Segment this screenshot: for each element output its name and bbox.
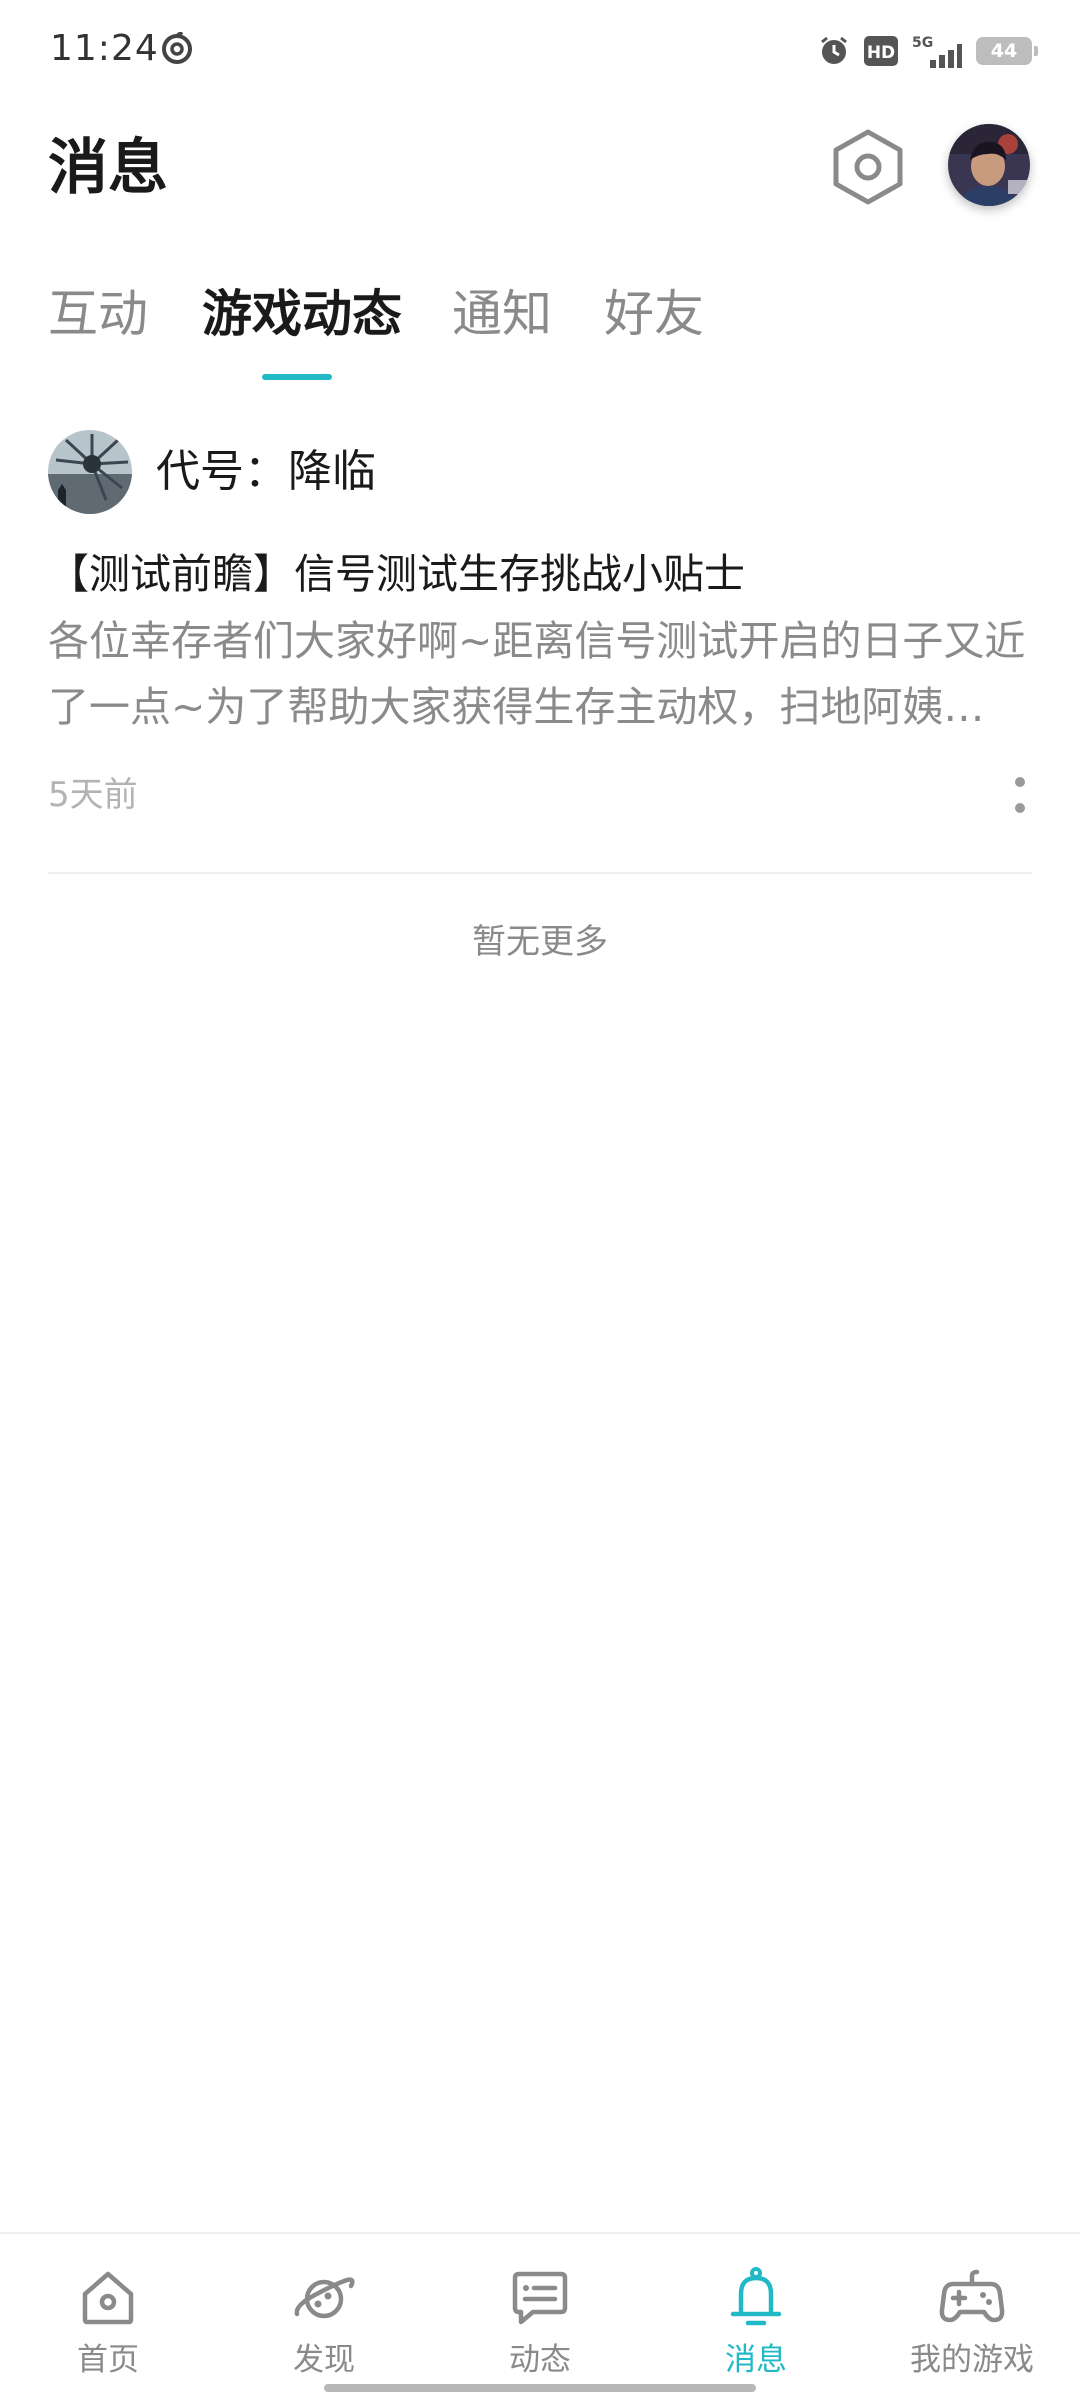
planet-icon: [294, 2277, 355, 2319]
more-options-button[interactable]: [992, 774, 1032, 818]
bottom-nav: 首页 发现 动态 消息 我的游戏: [0, 2232, 1080, 2400]
post-time: 5天前: [48, 775, 138, 815]
game-logo-icon: [48, 430, 132, 514]
nav-my-games[interactable]: 我的游戏: [882, 2264, 1062, 2384]
more-vertical-icon: [1015, 777, 1025, 813]
user-photo-icon: [948, 124, 1030, 206]
chat-icon: [512, 2271, 568, 2325]
battery-level: 44: [990, 40, 1018, 62]
bell-icon: [730, 2267, 782, 2326]
post-summary: 各位幸存者们大家好啊~距离信号测试开启的日子又近了一点~为了帮助大家获得生存主动…: [48, 617, 1026, 731]
active-tab-indicator: [262, 374, 332, 380]
home-icon: [82, 2271, 134, 2325]
alarm-icon: [821, 36, 847, 64]
divider: [48, 872, 1032, 874]
nav-messages[interactable]: 消息: [666, 2264, 846, 2384]
profile-avatar[interactable]: [948, 124, 1030, 206]
screen: 11:24 HD 5G 44 消息 互动 游戏动态 通知 好友 代号：降临 【测…: [0, 0, 1080, 2400]
status-icons: HD 5G 44: [818, 34, 1038, 68]
settings-hexagon-icon: [833, 129, 903, 205]
battery-icon: 44: [976, 37, 1038, 65]
page-title: 消息: [48, 133, 168, 203]
game-name[interactable]: 代号：降临: [156, 442, 376, 502]
status-time: 11:24: [50, 28, 159, 69]
nav-feed[interactable]: 动态: [450, 2264, 630, 2384]
nav-label-home: 首页: [77, 2342, 139, 2378]
signal-icon: 5G: [912, 35, 962, 68]
home-indicator[interactable]: [324, 2384, 756, 2392]
no-more-text: 暂无更多: [472, 922, 608, 962]
list-item[interactable]: 代号：降临 【测试前瞻】信号测试生存挑战小贴士 各位幸存者们大家好啊~距离信号测…: [48, 428, 1032, 874]
tab-interaction[interactable]: 互动: [48, 282, 148, 346]
tab-bar: 互动 游戏动态 通知 好友: [0, 270, 1080, 380]
game-avatar[interactable]: [48, 430, 132, 514]
network-text: 5G: [912, 35, 933, 51]
nav-label-discover: 发现: [293, 2342, 355, 2378]
nav-home[interactable]: 首页: [18, 2264, 198, 2384]
settings-button[interactable]: [830, 126, 906, 208]
hd-text: HD: [867, 43, 895, 63]
gamepad-icon: [939, 2269, 1005, 2323]
tab-friends[interactable]: 好友: [604, 282, 704, 346]
tab-game-news[interactable]: 游戏动态: [202, 282, 402, 346]
post-title: 【测试前瞻】信号测试生存挑战小贴士: [48, 550, 745, 598]
tab-notifications[interactable]: 通知: [452, 282, 552, 346]
app-logo-icon: [162, 32, 192, 64]
nav-discover[interactable]: 发现: [234, 2264, 414, 2384]
nav-label-messages: 消息: [725, 2342, 787, 2378]
nav-label-my-games: 我的游戏: [910, 2342, 1034, 2378]
nav-label-feed: 动态: [509, 2342, 571, 2378]
hd-icon: HD: [864, 36, 898, 66]
status-bar: 11:24 HD 5G 44: [0, 0, 1080, 104]
